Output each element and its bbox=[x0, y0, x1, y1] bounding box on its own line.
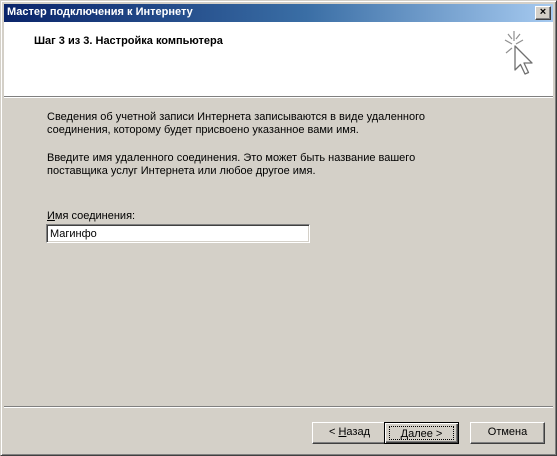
wizard-window: Мастер подключения к Интернету × Шаг 3 и… bbox=[0, 0, 557, 456]
close-icon: × bbox=[539, 6, 547, 18]
connection-name-label: Имя соединения: bbox=[47, 210, 135, 222]
close-button[interactable]: × bbox=[535, 6, 551, 20]
page-title: Шаг 3 из 3. Настройка компьютера bbox=[34, 35, 223, 47]
back-button[interactable]: < Назад bbox=[312, 422, 387, 444]
instruction-text-line: поставщика услуг Интернета или любое дру… bbox=[47, 165, 316, 177]
footer-separator bbox=[4, 406, 553, 408]
info-text-line: соединения, которому будет присвоено ука… bbox=[47, 124, 359, 136]
instruction-text-line: Введите имя удаленного соединения. Это м… bbox=[47, 152, 416, 164]
focus-rect: Далее > bbox=[389, 426, 454, 440]
label-text: мя соединения: bbox=[54, 210, 136, 222]
cancel-label: Отмена bbox=[487, 426, 528, 438]
cancel-button[interactable]: Отмена bbox=[470, 422, 545, 444]
window-title: Мастер подключения к Интернету bbox=[7, 6, 193, 18]
back-label: азад bbox=[346, 426, 370, 438]
info-text-line: Сведения об учетной записи Интернета зап… bbox=[47, 111, 425, 123]
next-label: Далее > bbox=[400, 428, 443, 440]
accelerator-key: И bbox=[47, 210, 55, 222]
header-separator bbox=[4, 96, 553, 98]
wizard-header: Шаг 3 из 3. Настройка компьютера bbox=[4, 22, 553, 96]
connection-name-input[interactable] bbox=[46, 224, 310, 243]
wizard-cursor-sparkle-icon bbox=[504, 31, 533, 75]
title-bar[interactable]: Мастер подключения к Интернету × bbox=[4, 4, 553, 22]
next-button[interactable]: Далее > bbox=[384, 422, 459, 444]
